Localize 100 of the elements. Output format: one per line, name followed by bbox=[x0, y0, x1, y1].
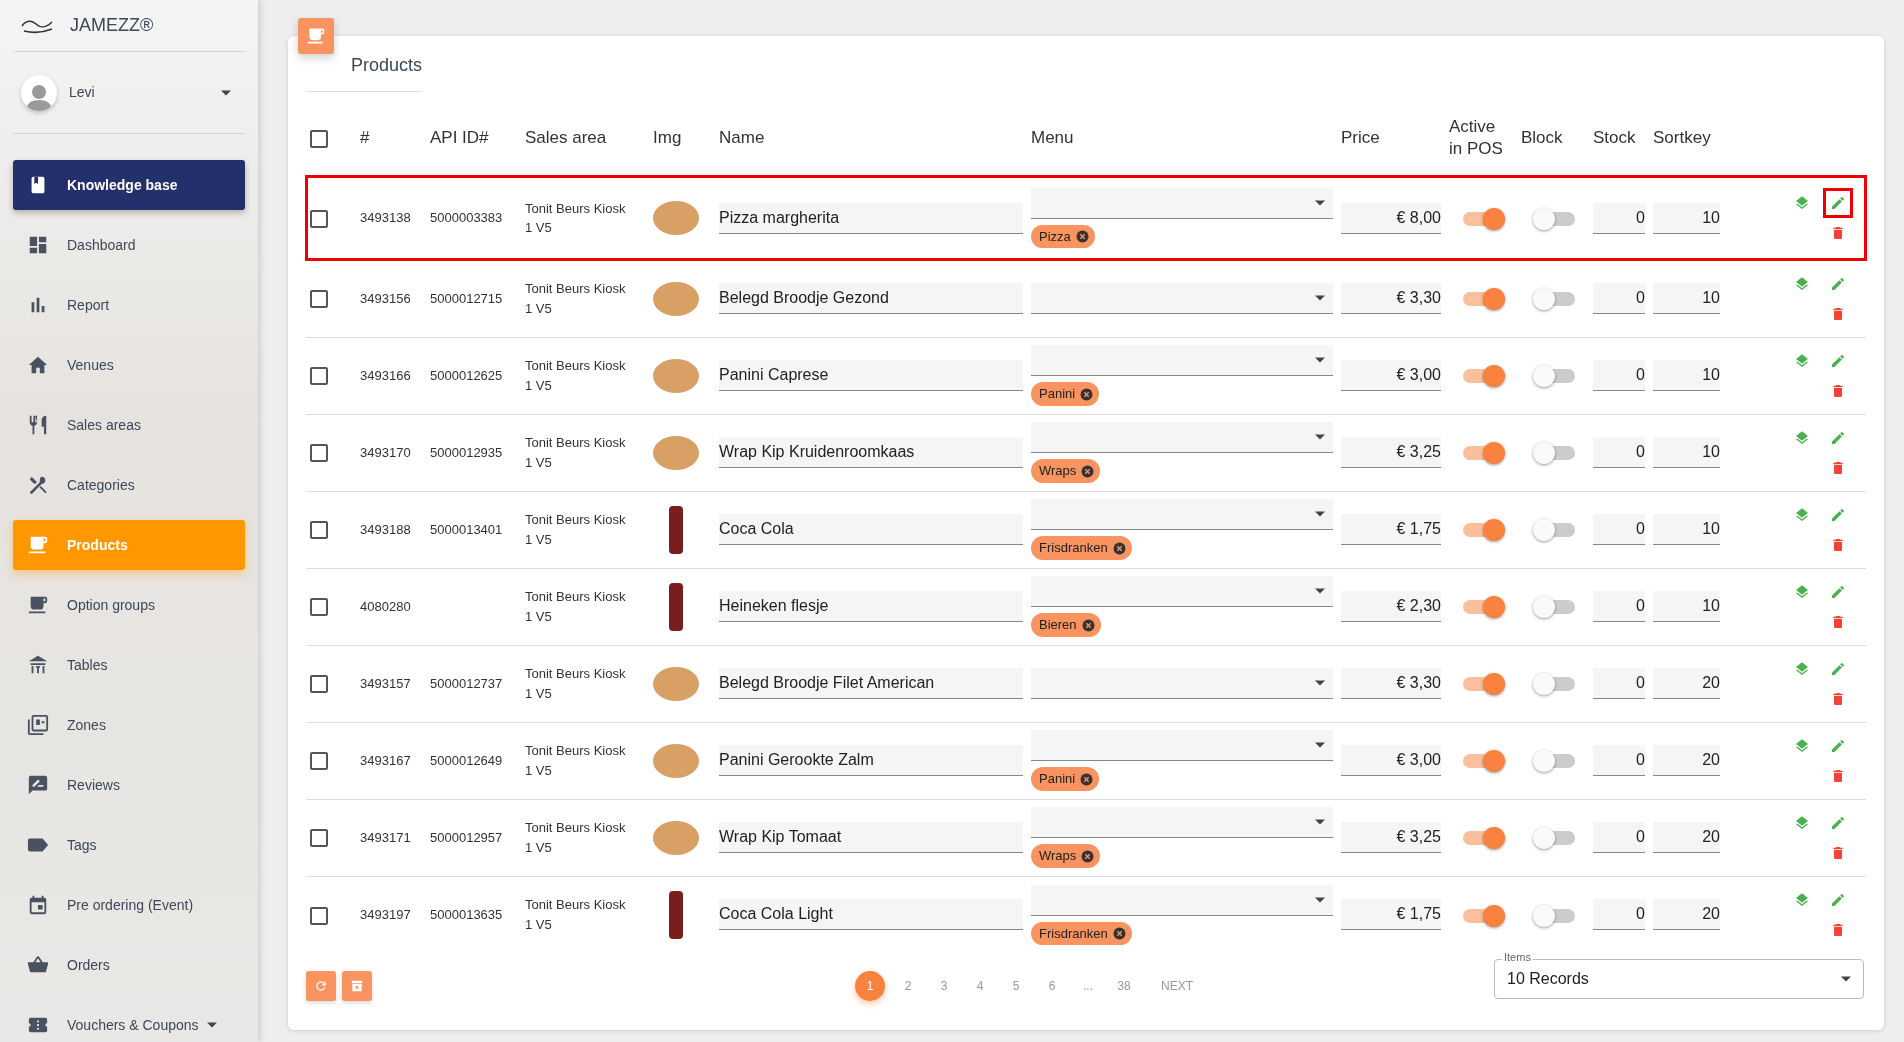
sidebar-item[interactable]: Vouchers & Coupons bbox=[13, 1000, 245, 1042]
row-checkbox[interactable] bbox=[310, 209, 328, 228]
name-field[interactable]: Panini Gerookte Zalm bbox=[719, 745, 1023, 776]
menu-tag[interactable]: Wraps bbox=[1031, 459, 1101, 483]
remove-icon[interactable] bbox=[1081, 618, 1095, 632]
name-field[interactable]: Wrap Kip Kruidenroomkaas bbox=[719, 437, 1023, 468]
stock-field[interactable]: 0 bbox=[1593, 202, 1645, 234]
price-field[interactable]: € 1,75 bbox=[1341, 514, 1441, 545]
menu-select[interactable] bbox=[1031, 422, 1333, 454]
remove-icon[interactable] bbox=[1081, 849, 1095, 863]
sidebar-item[interactable]: Tables bbox=[13, 640, 245, 690]
menu-select[interactable] bbox=[1031, 668, 1333, 699]
name-field[interactable]: Belegd Broodje Gezond bbox=[719, 283, 1023, 314]
caret-icon bbox=[1315, 511, 1325, 518]
menu-select[interactable] bbox=[1031, 884, 1333, 916]
sidebar-item[interactable]: Categories bbox=[13, 460, 245, 510]
row-checkbox[interactable] bbox=[310, 752, 328, 771]
name-field[interactable]: Coca Cola Light bbox=[719, 899, 1023, 931]
menu-select[interactable] bbox=[1031, 499, 1333, 531]
sidebar-item[interactable]: Dashboard bbox=[13, 220, 245, 270]
row-checkbox[interactable] bbox=[310, 290, 328, 309]
name-field[interactable]: Heineken flesje bbox=[719, 591, 1023, 622]
stock-field[interactable]: 0 bbox=[1593, 591, 1645, 622]
row-checkbox[interactable] bbox=[310, 675, 328, 694]
sortkey-field[interactable]: 10 bbox=[1653, 591, 1720, 622]
price-field[interactable]: € 3,25 bbox=[1341, 437, 1441, 468]
row-checkbox[interactable] bbox=[310, 829, 328, 848]
sortkey-field[interactable]: 10 bbox=[1653, 437, 1720, 468]
stock-field[interactable]: 0 bbox=[1593, 745, 1645, 776]
sortkey-field[interactable]: 20 bbox=[1653, 899, 1720, 931]
menu-tag[interactable]: Pizza bbox=[1031, 224, 1095, 249]
menu-tag[interactable]: Bieren bbox=[1031, 613, 1101, 637]
sidebar-item[interactable]: Sales areas bbox=[13, 400, 245, 450]
menu-tag[interactable]: Panini bbox=[1031, 382, 1100, 406]
stock-field[interactable]: 0 bbox=[1593, 822, 1645, 853]
menu-tag[interactable]: Wraps bbox=[1031, 844, 1101, 868]
menu-select[interactable] bbox=[1031, 576, 1333, 608]
sortkey-field[interactable]: 10 bbox=[1653, 202, 1720, 234]
price-field[interactable]: € 2,30 bbox=[1341, 591, 1441, 622]
menu-tag[interactable]: Frisdranken bbox=[1031, 921, 1132, 945]
row-checkbox[interactable] bbox=[310, 906, 328, 925]
sidebar-item[interactable]: Option groups bbox=[13, 580, 245, 630]
sidebar-item[interactable]: Venues bbox=[13, 340, 245, 390]
stock-field[interactable]: 0 bbox=[1593, 437, 1645, 468]
sortkey-field[interactable]: 20 bbox=[1653, 745, 1720, 776]
archive-button[interactable] bbox=[342, 971, 372, 1001]
sidebar-item[interactable]: Tags bbox=[13, 820, 245, 870]
price-field[interactable]: € 3,25 bbox=[1341, 822, 1441, 853]
row-checkbox[interactable] bbox=[310, 598, 328, 617]
menu-tag[interactable]: Panini bbox=[1031, 767, 1100, 791]
price-field[interactable]: € 3,00 bbox=[1341, 360, 1441, 391]
select-all-checkbox[interactable] bbox=[310, 129, 328, 148]
sidebar-item[interactable]: Pre ordering (Event) bbox=[13, 880, 245, 930]
sidebar-item[interactable]: Report bbox=[13, 280, 245, 330]
remove-icon[interactable] bbox=[1112, 926, 1126, 940]
sidebar-item[interactable]: Orders bbox=[13, 940, 245, 990]
remove-icon[interactable] bbox=[1112, 541, 1126, 555]
remove-icon[interactable] bbox=[1080, 772, 1094, 786]
caret-icon bbox=[1315, 434, 1325, 441]
name-field[interactable]: Panini Caprese bbox=[719, 360, 1023, 391]
name-field[interactable]: Coca Cola bbox=[719, 514, 1023, 545]
menu-select[interactable] bbox=[1031, 730, 1333, 762]
name-field[interactable]: Pizza margherita bbox=[719, 202, 1023, 234]
sidebar-item[interactable]: Reviews bbox=[13, 760, 245, 810]
menu-select[interactable] bbox=[1031, 283, 1333, 314]
table-cell: 3493171 bbox=[360, 829, 411, 845]
stock-field[interactable]: 0 bbox=[1593, 899, 1645, 931]
sidebar-item[interactable]: Knowledge base bbox=[13, 160, 245, 210]
name-field[interactable]: Belegd Broodje Filet American bbox=[719, 668, 1023, 699]
stock-field[interactable]: 0 bbox=[1593, 360, 1645, 391]
row-checkbox[interactable] bbox=[310, 521, 328, 540]
row-checkbox[interactable] bbox=[310, 444, 328, 463]
sortkey-field[interactable]: 20 bbox=[1653, 822, 1720, 853]
edit-icon[interactable] bbox=[1823, 188, 1853, 218]
menu-select[interactable] bbox=[1031, 187, 1333, 219]
price-field[interactable]: € 8,00 bbox=[1341, 202, 1441, 234]
sortkey-field[interactable]: 10 bbox=[1653, 360, 1720, 391]
price-field[interactable]: € 1,75 bbox=[1341, 899, 1441, 931]
menu-tag[interactable]: Frisdranken bbox=[1031, 536, 1132, 560]
remove-icon[interactable] bbox=[1080, 387, 1094, 401]
sortkey-field[interactable]: 10 bbox=[1653, 283, 1720, 314]
menu-select[interactable] bbox=[1031, 345, 1333, 377]
remove-icon[interactable] bbox=[1075, 230, 1089, 243]
price-field[interactable]: € 3,30 bbox=[1341, 283, 1441, 314]
sortkey-field[interactable]: 20 bbox=[1653, 668, 1720, 699]
row-checkbox[interactable] bbox=[310, 367, 328, 386]
refresh-button[interactable] bbox=[306, 971, 336, 1001]
menu-select[interactable] bbox=[1031, 807, 1333, 839]
sortkey-field[interactable]: 10 bbox=[1653, 514, 1720, 545]
name-field[interactable]: Wrap Kip Tomaat bbox=[719, 822, 1023, 853]
table-cell: 3493197 bbox=[360, 907, 411, 922]
sidebar-item[interactable]: Zones bbox=[13, 700, 245, 750]
stock-field[interactable]: 0 bbox=[1593, 668, 1645, 699]
price-field[interactable]: € 3,00 bbox=[1341, 745, 1441, 776]
caret-icon[interactable] bbox=[221, 89, 231, 96]
stock-field[interactable]: 0 bbox=[1593, 283, 1645, 314]
price-field[interactable]: € 3,30 bbox=[1341, 668, 1441, 699]
table-cell-text: Tonit Beurs Kiosk 1 V5 bbox=[525, 199, 627, 237]
remove-icon[interactable] bbox=[1081, 464, 1095, 478]
stock-field[interactable]: 0 bbox=[1593, 514, 1645, 545]
